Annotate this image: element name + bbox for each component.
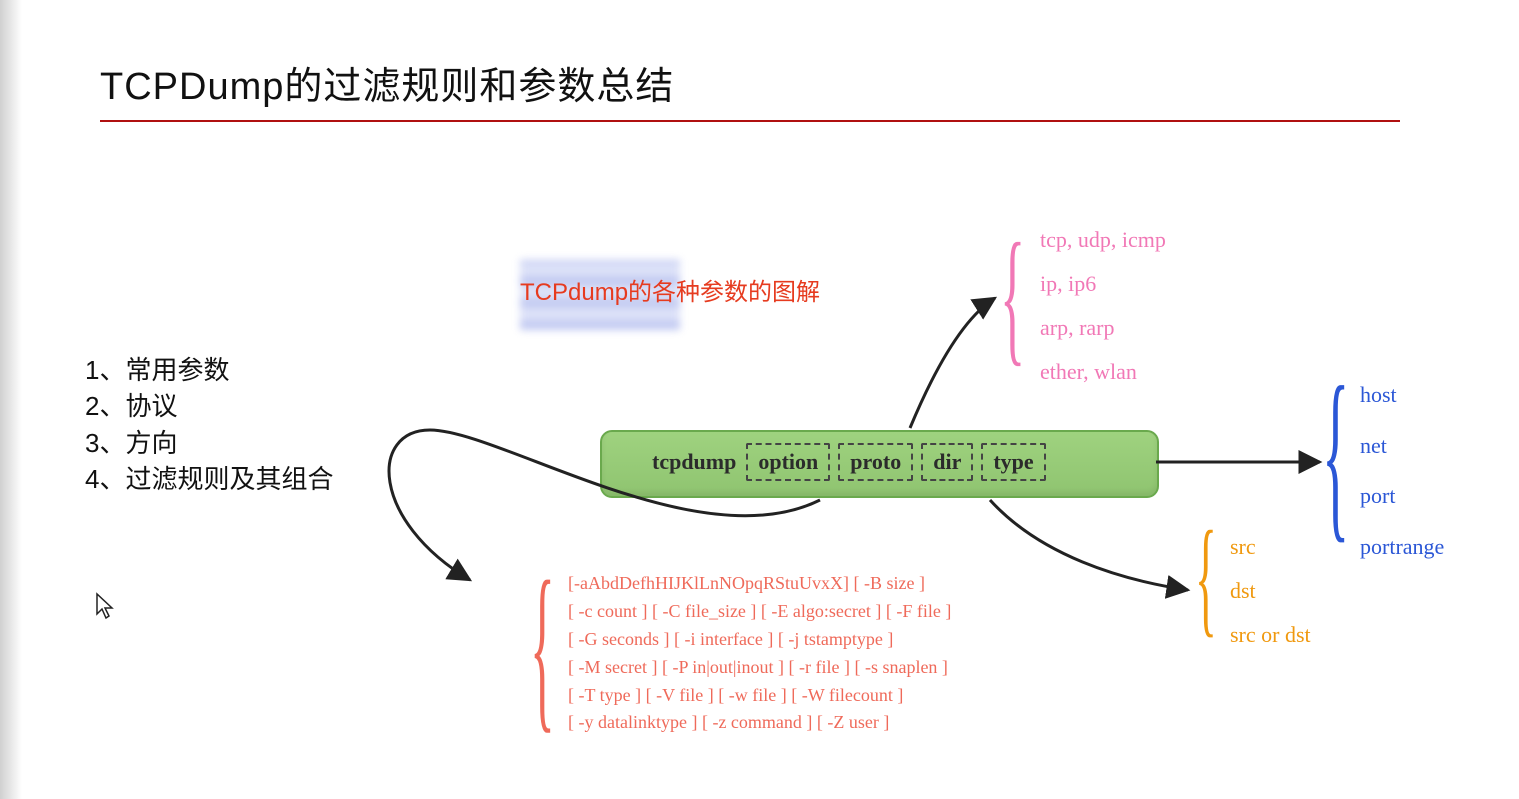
mouse-cursor-icon [95,592,117,627]
cmd-name: tcpdump [652,449,736,475]
part-dir: dir [921,443,973,481]
outline-list: 1、常用参数 2、协议 3、方向 4、过滤规则及其组合 [85,352,333,498]
dir-item: dst [1230,569,1311,613]
type-item: port [1360,471,1444,522]
proto-list: tcp, udp, icmp ip, ip6 arp, rarp ether, … [1040,218,1166,394]
outline-item: 4、过滤规则及其组合 [85,461,333,497]
dir-brace-icon: { [1195,502,1217,652]
option-list: [-aAbdDefhHIJKlLnNOpqRStuUvxX] [ -B size… [568,570,951,737]
tcpdump-syntax-row: tcpdump option proto dir type [600,430,1155,494]
outline-item: 3、方向 [85,425,333,461]
outline-item: 1、常用参数 [85,352,333,388]
arrow-dir [990,500,1188,590]
dir-item: src [1230,525,1311,569]
type-list: host net port portrange [1360,370,1444,572]
option-line: [ -c count ] [ -C file_size ] [ -E algo:… [568,598,951,626]
outline-item: 2、协议 [85,388,333,424]
arrow-proto [910,298,995,428]
proto-brace-icon: { [1000,210,1025,382]
part-proto: proto [838,443,913,481]
dir-item: src or dst [1230,613,1311,657]
dir-list: src dst src or dst [1230,525,1311,657]
type-brace-icon: { [1322,345,1349,563]
type-item: net [1360,421,1444,472]
diagram-caption: TCPdump的各种参数的图解 [520,272,820,307]
type-item: host [1360,370,1444,421]
slide-title: TCPDump的过滤规则和参数总结 [100,55,674,110]
proto-item: ip, ip6 [1040,262,1166,306]
option-line: [-aAbdDefhHIJKlLnNOpqRStuUvxX] [ -B size… [568,570,951,598]
type-item: portrange [1360,522,1444,573]
part-type: type [981,443,1045,481]
proto-item: ether, wlan [1040,350,1166,394]
proto-item: arp, rarp [1040,306,1166,350]
option-line: [ -T type ] [ -V file ] [ -w file ] [ -W… [568,682,951,710]
option-line: [ -M secret ] [ -P in|out|inout ] [ -r f… [568,654,951,682]
option-line: [ -G seconds ] [ -i interface ] [ -j tst… [568,626,951,654]
proto-item: tcp, udp, icmp [1040,218,1166,262]
part-option: option [746,443,830,481]
title-underline [100,120,1400,122]
option-brace-icon: { [530,540,555,753]
option-line: [ -y datalinktype ] [ -z command ] [ -Z … [568,709,951,737]
